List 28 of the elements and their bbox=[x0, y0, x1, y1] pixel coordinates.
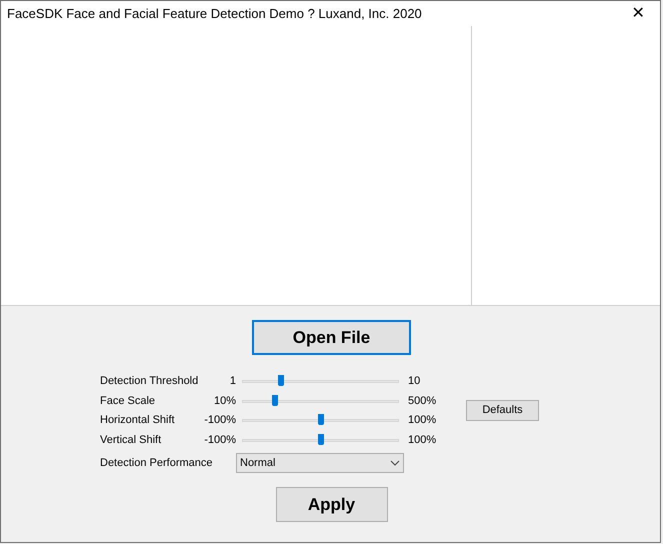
slider-thumb[interactable] bbox=[272, 394, 278, 406]
minimum-value: -100% bbox=[203, 432, 236, 448]
open-file-button[interactable]: Open File bbox=[252, 320, 411, 355]
slider-label: Detection Threshold bbox=[100, 374, 200, 389]
defaults-button[interactable]: Defaults bbox=[466, 400, 539, 421]
slider-thumb[interactable] bbox=[318, 414, 324, 426]
minimum-value: 1 bbox=[228, 374, 236, 389]
slider-label: Horizontal Shift bbox=[100, 413, 176, 428]
chevron-down-icon bbox=[390, 460, 400, 466]
close-button[interactable]: ✕ bbox=[616, 1, 660, 26]
minimum-value: -100% bbox=[203, 413, 236, 428]
maximum-value: 500% bbox=[408, 394, 438, 408]
slider-thumb[interactable] bbox=[318, 434, 324, 445]
slider[interactable] bbox=[242, 394, 399, 408]
maximum-value: 100% bbox=[408, 413, 438, 428]
slider[interactable] bbox=[242, 374, 399, 388]
slider-label: Vertical Shift bbox=[100, 432, 162, 448]
field-label: Detection Performance bbox=[100, 456, 214, 471]
slider[interactable] bbox=[242, 432, 399, 447]
slider[interactable] bbox=[242, 413, 399, 428]
maximum-value: 10 bbox=[408, 374, 422, 389]
slider-thumb[interactable] bbox=[278, 375, 284, 386]
apply-button[interactable]: Apply bbox=[276, 487, 388, 522]
minimum-value: 10% bbox=[212, 394, 236, 408]
maximum-value: 100% bbox=[408, 432, 438, 448]
window-title: FaceSDK Face and Facial Feature Detection Demo ? Luxand, Inc. 2020 bbox=[7, 4, 422, 23]
slider-label: Face Scale bbox=[100, 394, 156, 408]
performance-dropdown[interactable]: Normal bbox=[236, 453, 404, 473]
